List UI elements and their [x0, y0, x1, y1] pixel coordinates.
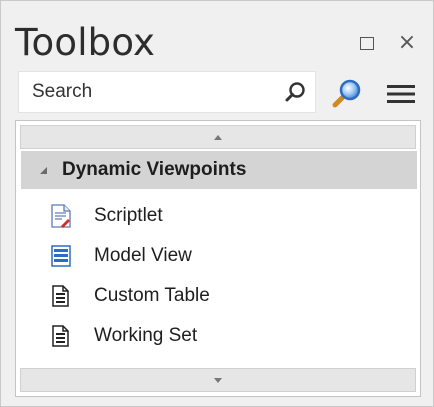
list-item-scriptlet[interactable]: Scriptlet: [50, 201, 350, 231]
window-title: Toolbox: [15, 21, 156, 64]
restore-icon: [360, 36, 374, 50]
close-button[interactable]: ×: [395, 31, 419, 55]
search-input[interactable]: [19, 72, 269, 112]
scroll-up-icon: [214, 134, 222, 140]
scroll-up-button[interactable]: [20, 125, 416, 149]
scroll-down-button[interactable]: [20, 368, 416, 392]
model-view-icon: [51, 245, 71, 267]
working-set-icon: [52, 325, 69, 347]
search-button[interactable]: [283, 80, 309, 106]
item-label: Model View: [94, 245, 192, 266]
find-button[interactable]: [331, 77, 363, 109]
group-header-dynamic-viewpoints[interactable]: Dynamic Viewpoints: [21, 151, 417, 189]
find-icon: [332, 79, 361, 108]
chevron-down-icon: [40, 166, 47, 174]
item-label: Working Set: [94, 325, 198, 346]
restore-button[interactable]: [355, 31, 379, 55]
search-box: [18, 71, 316, 113]
scriptlet-icon: [51, 204, 71, 228]
toolbox-panel: Dynamic Viewpoints Scriptlet Model View …: [15, 120, 421, 397]
close-icon: ×: [397, 30, 417, 55]
group-label: Dynamic Viewpoints: [62, 159, 247, 180]
list-item-working-set[interactable]: Working Set: [50, 321, 350, 351]
list-item-custom-table[interactable]: Custom Table: [50, 281, 350, 311]
custom-table-icon: [52, 285, 69, 307]
hamburger-menu-icon: [387, 85, 415, 103]
item-label: Custom Table: [94, 285, 210, 306]
item-label: Scriptlet: [94, 205, 163, 226]
list-item-model-view[interactable]: Model View: [50, 241, 350, 271]
menu-button[interactable]: [385, 81, 417, 107]
search-icon: [285, 82, 305, 102]
toolbox-window: Toolbox × Search Dynamic Viewpoints Scri…: [0, 0, 434, 407]
scroll-down-icon: [214, 377, 222, 383]
